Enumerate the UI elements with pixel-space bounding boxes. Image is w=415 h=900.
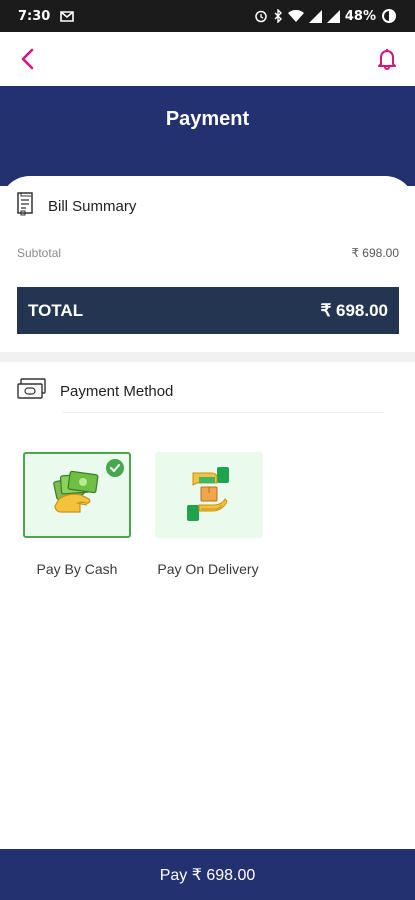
battery-percent: 48% xyxy=(344,8,376,24)
page-title: Payment xyxy=(165,108,250,130)
pay-by-cash-label: Pay By Cash xyxy=(36,561,118,577)
pay-on-delivery-label: Pay On Delivery xyxy=(157,561,259,577)
signal-icon-2 xyxy=(326,9,340,23)
pay-on-delivery-option[interactable] xyxy=(155,452,263,538)
status-time: 7:30 xyxy=(18,8,51,24)
battery-icon xyxy=(381,8,397,24)
section-divider xyxy=(0,352,415,362)
payment-method-divider xyxy=(62,412,384,413)
bill-summary-title: Bill Summary xyxy=(48,198,137,215)
wifi-icon xyxy=(287,9,304,23)
subtotal-value: ₹ 698.00 xyxy=(351,246,399,260)
hand-over-parcel-icon xyxy=(187,467,229,521)
cash-cards-icon xyxy=(16,377,48,406)
notifications-button[interactable] xyxy=(373,45,401,73)
back-button[interactable] xyxy=(14,45,42,73)
cash-in-hand-icon xyxy=(53,470,99,513)
pay-button[interactable]: Pay ₹ 698.00 xyxy=(0,849,415,900)
bluetooth-icon xyxy=(273,9,283,23)
total-bar: TOTAL ₹ 698.00 xyxy=(17,287,399,334)
gmail-icon xyxy=(60,10,75,22)
header-banner xyxy=(0,86,415,186)
status-bar: 7:30 48% xyxy=(0,0,415,32)
chevron-left-icon xyxy=(21,48,34,70)
top-app-bar xyxy=(0,32,415,86)
total-label: TOTAL xyxy=(28,300,84,320)
subtotal-row: Subtotal ₹ 698.00 xyxy=(17,246,399,260)
receipt-icon xyxy=(16,191,36,222)
pay-by-cash-option[interactable] xyxy=(23,452,131,538)
payment-method-header: Payment Method xyxy=(16,377,173,406)
total-value: ₹ 698.00 xyxy=(320,300,388,320)
signal-icon xyxy=(308,9,322,23)
alarm-icon xyxy=(254,9,268,23)
bell-icon xyxy=(378,49,396,70)
bill-summary-header: Bill Summary xyxy=(16,191,136,222)
subtotal-label: Subtotal xyxy=(17,246,62,260)
payment-method-title: Payment Method xyxy=(60,383,174,400)
selected-check-icon xyxy=(106,459,124,477)
